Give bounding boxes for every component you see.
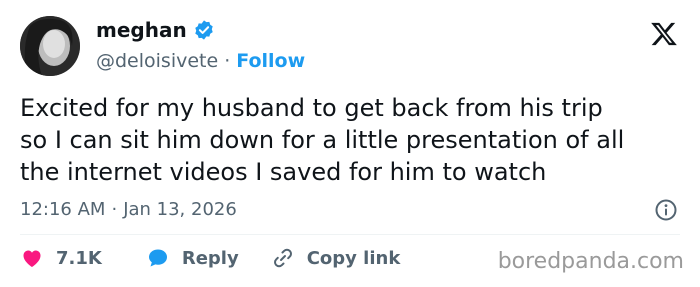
follow-button[interactable]: Follow bbox=[236, 49, 305, 73]
x-logo-icon[interactable] bbox=[650, 20, 678, 48]
author-handle-row: @deloisivete · Follow bbox=[96, 49, 305, 73]
separator-dot: · bbox=[224, 50, 231, 72]
reply-button[interactable]: Reply bbox=[146, 246, 239, 270]
tweet-time[interactable]: 12:16 AM bbox=[20, 198, 105, 222]
author-name-row: meghan bbox=[96, 18, 215, 42]
author-handle[interactable]: @deloisivete bbox=[96, 49, 218, 73]
reply-label: Reply bbox=[181, 247, 239, 269]
tweet-date[interactable]: Jan 13, 2026 bbox=[123, 198, 237, 222]
link-icon bbox=[271, 246, 295, 270]
heart-icon bbox=[20, 246, 44, 270]
avatar[interactable] bbox=[20, 16, 80, 76]
like-button[interactable]: 7.1K bbox=[20, 246, 102, 270]
divider bbox=[20, 234, 680, 235]
reply-bubble-icon bbox=[146, 246, 170, 270]
verified-badge-icon bbox=[193, 19, 215, 41]
info-icon[interactable] bbox=[654, 198, 678, 222]
copy-link-button[interactable]: Copy link bbox=[271, 246, 401, 270]
meta-separator: · bbox=[111, 199, 118, 220]
watermark: boredpanda.com bbox=[497, 249, 684, 274]
like-count: 7.1K bbox=[56, 247, 102, 269]
copy-link-label: Copy link bbox=[306, 247, 401, 269]
tweet-text: Excited for my husband to get back from … bbox=[20, 94, 625, 186]
author-name[interactable]: meghan bbox=[96, 18, 187, 42]
tweet-meta: 12:16 AM · Jan 13, 2026 bbox=[20, 198, 237, 222]
action-bar: 7.1K Reply Copy link bbox=[20, 246, 400, 270]
